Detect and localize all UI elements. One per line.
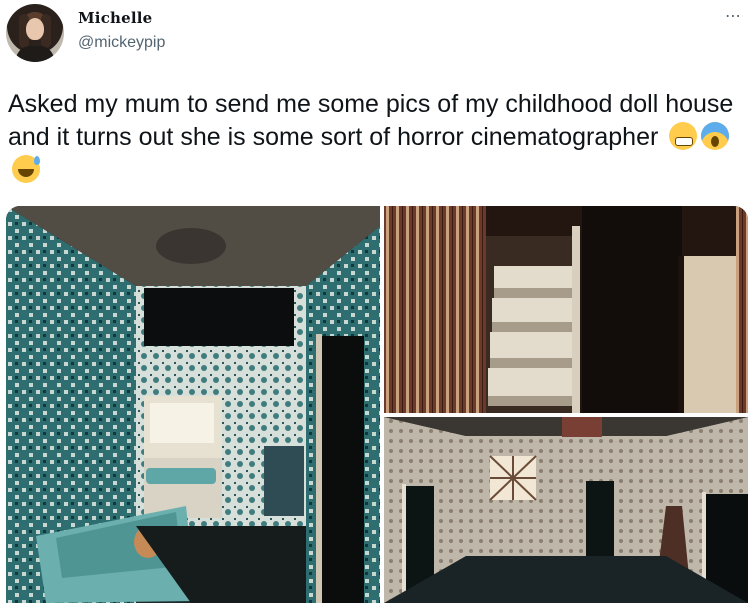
media-grid <box>6 206 748 603</box>
tweet-text: Asked my mum to send me some pics of my … <box>8 88 738 187</box>
tweet-body: Asked my mum to send me some pics of my … <box>8 90 734 151</box>
grinning-sweat-face-icon <box>12 155 40 183</box>
hallway-photo[interactable] <box>384 417 748 603</box>
avatar[interactable] <box>6 4 64 62</box>
display-name[interactable]: Michelle <box>78 9 152 27</box>
staircase-photo[interactable] <box>384 206 748 413</box>
bathroom-photo[interactable] <box>6 206 380 603</box>
screaming-face-icon <box>701 122 730 150</box>
handle[interactable]: @mickeypip <box>78 34 165 52</box>
grimacing-face-icon <box>669 122 698 150</box>
more-options-icon[interactable]: ⋯ <box>725 6 742 26</box>
